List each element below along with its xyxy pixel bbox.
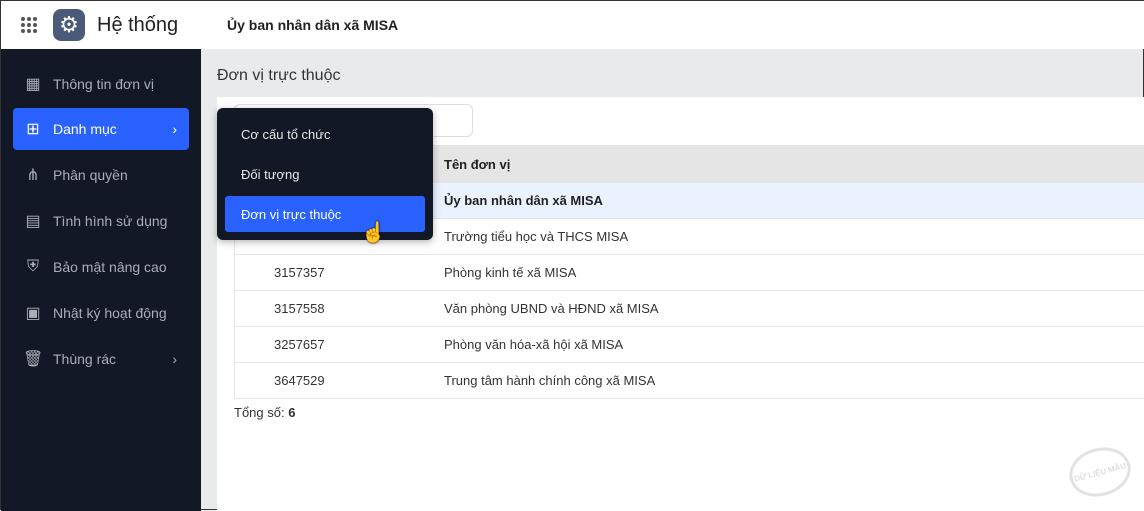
clipboard-clock-icon: ▣ <box>25 305 41 322</box>
org-name: Ủy ban nhân dân xã MISA <box>227 17 399 33</box>
unit-name: Phòng văn hóa-xã hội xã MISA <box>444 337 624 352</box>
unit-name: Phòng kinh tế xã MISA <box>444 265 577 280</box>
shield-icon: ⛨ <box>26 258 39 275</box>
sidebar-item-activity-log[interactable]: ▣ Nhật ký hoạt động <box>13 292 189 334</box>
name-column-header: Tên đơn vị <box>444 156 511 172</box>
grid-icon: ⊞ <box>26 121 40 138</box>
unit-code: 3257657 <box>274 337 325 352</box>
table-row[interactable]: 3157357 Phòng kinh tế xã MISA <box>235 254 1144 290</box>
total-value: 6 <box>288 405 296 420</box>
table-row[interactable]: 3257657 Phòng văn hóa-xã hội xã MISA <box>235 326 1144 362</box>
unit-code: 3157558 <box>274 301 325 316</box>
menu-item-affiliated-units[interactable]: Đơn vị trực thuộc <box>225 196 425 232</box>
apps-grid-icon[interactable] <box>21 17 37 33</box>
menu-item-subjects[interactable]: Đối tượng <box>225 156 425 192</box>
sidebar-item-usage[interactable]: ▤ Tình hình sử dụng <box>13 200 189 242</box>
sidebar-item-label: Nhật ký hoạt động <box>53 305 167 321</box>
hand-cursor-icon: ☝ <box>361 222 386 244</box>
unit-name: Trung tâm hành chính công xã MISA <box>444 373 656 388</box>
page-title: Đơn vị trực thuộc <box>217 67 341 84</box>
table-row[interactable]: 3647529 Trung tâm hành chính công xã MISA <box>235 362 1144 398</box>
trash-icon: 🗑 <box>23 351 44 368</box>
total-label: Tổng số: <box>234 405 285 420</box>
gear-icon: ⚙ <box>53 9 85 41</box>
sidebar-item-permissions[interactable]: ⋔ Phân quyền <box>13 154 189 196</box>
sidebar-item-label: Thông tin đơn vị <box>53 76 155 92</box>
sidebar-item-security[interactable]: ⛨ Bảo mật nâng cao <box>13 246 189 288</box>
unit-name: Ủy ban nhân dân xã MISA <box>444 193 603 208</box>
sidebar-item-categories[interactable]: ⊞ Danh mục › <box>13 108 189 150</box>
top-header: ⚙ Hệ thống Ủy ban nhân dân xã MISA <box>1 1 1144 49</box>
total-count: Tổng số: 6 <box>234 405 295 420</box>
sidebar-item-unit-info[interactable]: ▦ Thông tin đơn vị <box>13 63 189 105</box>
sidebar-item-label: Tình hình sử dụng <box>53 213 168 229</box>
categories-dropdown: Cơ cấu tổ chức Đối tượng Đơn vị trực thu… <box>217 108 433 240</box>
app-title: Hệ thống <box>97 13 179 36</box>
menu-item-org-structure[interactable]: Cơ cấu tổ chức <box>225 116 425 152</box>
unit-name: Trường tiểu học và THCS MISA <box>444 229 629 244</box>
report-icon: ▤ <box>25 213 41 230</box>
unit-code: 3157357 <box>274 265 325 280</box>
sidebar-item-trash[interactable]: 🗑 Thùng rác › <box>13 338 189 380</box>
unit-code: 3647529 <box>274 373 325 388</box>
hierarchy-icon: ⋔ <box>26 167 40 184</box>
sidebar-item-label: Danh mục <box>53 121 117 137</box>
sidebar: ▦ Thông tin đơn vị ⊞ Danh mục › ⋔ Phân quyền… <box>1 49 201 511</box>
building-icon: ▦ <box>25 76 41 93</box>
chevron-right-icon: › <box>172 121 177 137</box>
sidebar-item-label: Thùng rác <box>53 351 117 367</box>
chevron-right-icon: › <box>172 351 177 367</box>
sidebar-item-label: Bảo mật nâng cao <box>53 259 167 275</box>
table-row[interactable]: 3157558 Văn phòng UBND và HĐND xã MISA <box>235 290 1144 326</box>
unit-name: Văn phòng UBND và HĐND xã MISA <box>444 301 659 316</box>
sidebar-item-label: Phân quyền <box>53 167 128 183</box>
